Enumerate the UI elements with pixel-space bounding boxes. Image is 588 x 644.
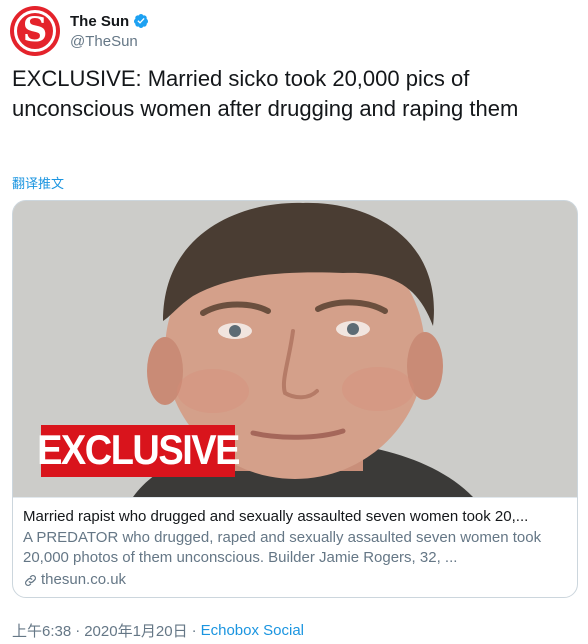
meta-separator: · bbox=[75, 622, 81, 639]
card-title[interactable]: Married rapist who drugged and sexually … bbox=[23, 507, 567, 527]
card-description: A PREDATOR who drugged, raped and sexual… bbox=[23, 529, 542, 566]
account-names: The Sun @TheSun bbox=[70, 13, 149, 50]
avatar-logo-letter: S bbox=[22, 10, 48, 50]
link-preview-card[interactable]: EXCLUSIVE Married rapist who drugged and… bbox=[12, 200, 578, 598]
verified-badge-icon bbox=[134, 14, 149, 28]
card-body[interactable]: Married rapist who drugged and sexually … bbox=[13, 497, 577, 590]
link-icon bbox=[25, 574, 36, 586]
avatar[interactable]: S bbox=[10, 6, 60, 56]
card-image[interactable]: EXCLUSIVE bbox=[13, 201, 577, 497]
card-domain[interactable]: thesun.co.uk bbox=[23, 570, 567, 590]
tweet-time[interactable]: 上午6:38 bbox=[12, 620, 71, 641]
tweet-date[interactable]: 2020年1月20日 bbox=[84, 620, 187, 641]
translate-tweet-link[interactable]: 翻译推文 bbox=[12, 173, 64, 192]
tweet-header: S The Sun @TheSun bbox=[10, 6, 149, 56]
tweet-text: EXCLUSIVE: Married sicko took 20,000 pic… bbox=[12, 66, 519, 121]
tweet-meta: 上午6:38 · 2020年1月20日 · Echobox Social bbox=[12, 620, 304, 641]
card-domain-text: thesun.co.uk bbox=[41, 571, 127, 588]
exclusive-badge-label: EXCLUSIVE bbox=[37, 427, 240, 474]
tweet-source-link[interactable]: Echobox Social bbox=[201, 622, 304, 639]
exclusive-badge: EXCLUSIVE bbox=[37, 425, 240, 477]
account-handle[interactable]: @TheSun bbox=[70, 33, 149, 50]
display-name-row: The Sun bbox=[70, 13, 149, 30]
display-name[interactable]: The Sun bbox=[70, 13, 129, 30]
meta-separator-2: · bbox=[191, 622, 197, 639]
